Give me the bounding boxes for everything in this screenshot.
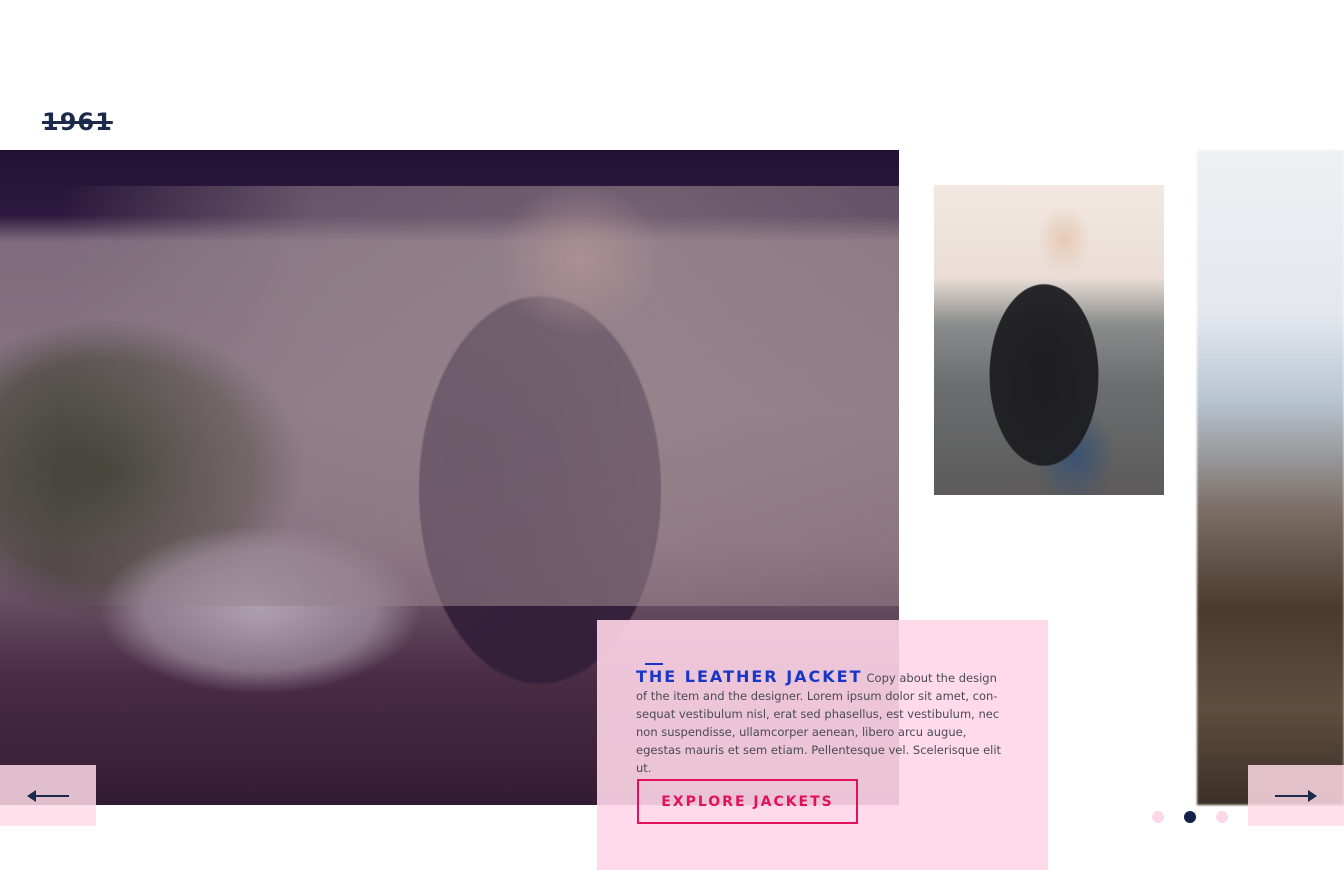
- product-description: THE LEATHER JACKET Copy about the design …: [636, 668, 1004, 777]
- year-label: 1961: [42, 108, 113, 136]
- next-slide-photo[interactable]: [1197, 150, 1344, 805]
- next-slide-button[interactable]: [1248, 765, 1344, 826]
- arrow-left-icon: [27, 789, 69, 802]
- product-info-card: THE LEATHER JACKET Copy about the design …: [597, 620, 1048, 870]
- slide-pagination: [1152, 811, 1228, 823]
- explore-jackets-button[interactable]: EXPLORE JACKETS: [637, 779, 858, 824]
- pagination-dot-3[interactable]: [1216, 811, 1228, 823]
- product-copy: Copy about the design of the item and th…: [636, 671, 1002, 775]
- arrow-right-icon: [1275, 789, 1317, 802]
- title-accent-line: [645, 663, 663, 665]
- pagination-dot-1[interactable]: [1152, 811, 1164, 823]
- product-title: THE LEATHER JACKET: [636, 667, 863, 686]
- pagination-dot-2[interactable]: [1184, 811, 1196, 823]
- secondary-portrait-photo[interactable]: [934, 185, 1164, 495]
- previous-slide-button[interactable]: [0, 765, 96, 826]
